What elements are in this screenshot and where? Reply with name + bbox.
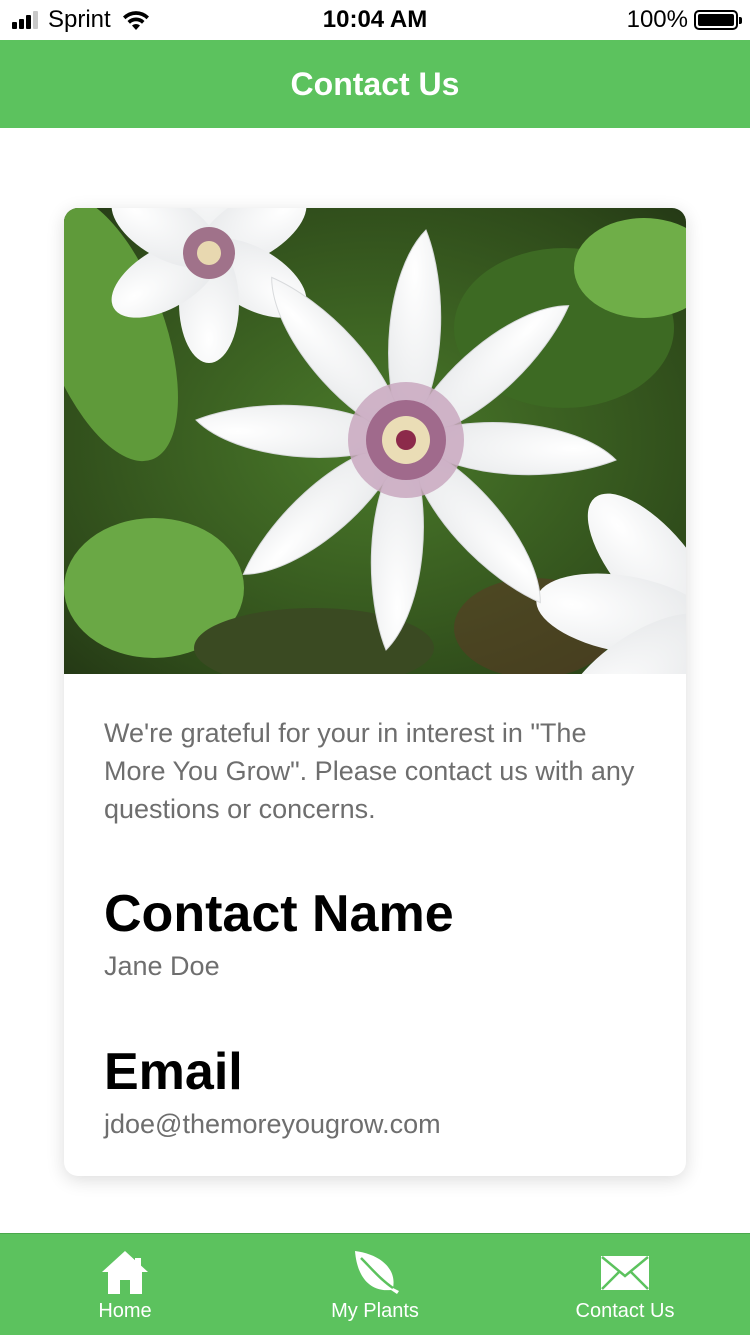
contact-card: We're grateful for your in interest in "… <box>64 208 686 1176</box>
flower-image <box>64 208 686 674</box>
signal-icon <box>12 11 40 29</box>
tab-home[interactable]: Home <box>0 1234 250 1335</box>
card-body: We're grateful for your in interest in "… <box>64 674 686 1142</box>
tab-bar: Home My Plants Contact Us <box>0 1233 750 1335</box>
intro-text: We're grateful for your in interest in "… <box>104 718 635 824</box>
battery-icon <box>694 10 742 30</box>
status-right: 100% <box>626 6 742 34</box>
wifi-icon <box>122 11 149 30</box>
leaf-icon <box>355 1251 399 1294</box>
envelope-icon <box>601 1256 649 1290</box>
contact-name-value: Jane Doe <box>104 951 220 981</box>
tab-my-plants-label: My Plants <box>331 1300 419 1322</box>
status-bar: Sprint 10:04 AM 100% <box>0 0 750 40</box>
contact-name-heading: Contact Name <box>104 885 454 943</box>
email-heading: Email <box>104 1043 243 1101</box>
carrier-label: Sprint <box>48 6 111 33</box>
tab-home-label: Home <box>98 1300 152 1322</box>
tab-contact-us[interactable]: Contact Us <box>500 1234 750 1335</box>
status-left: Sprint <box>12 6 151 34</box>
tab-my-plants[interactable]: My Plants <box>250 1234 500 1335</box>
email-value[interactable]: jdoe@themoreyougrow.com <box>104 1106 646 1142</box>
navigation-bar: Contact Us <box>0 40 750 128</box>
home-icon <box>102 1251 148 1294</box>
page-title: Contact Us <box>290 65 460 102</box>
tab-contact-us-label: Contact Us <box>575 1300 675 1322</box>
battery-percent: 100% <box>626 6 688 33</box>
